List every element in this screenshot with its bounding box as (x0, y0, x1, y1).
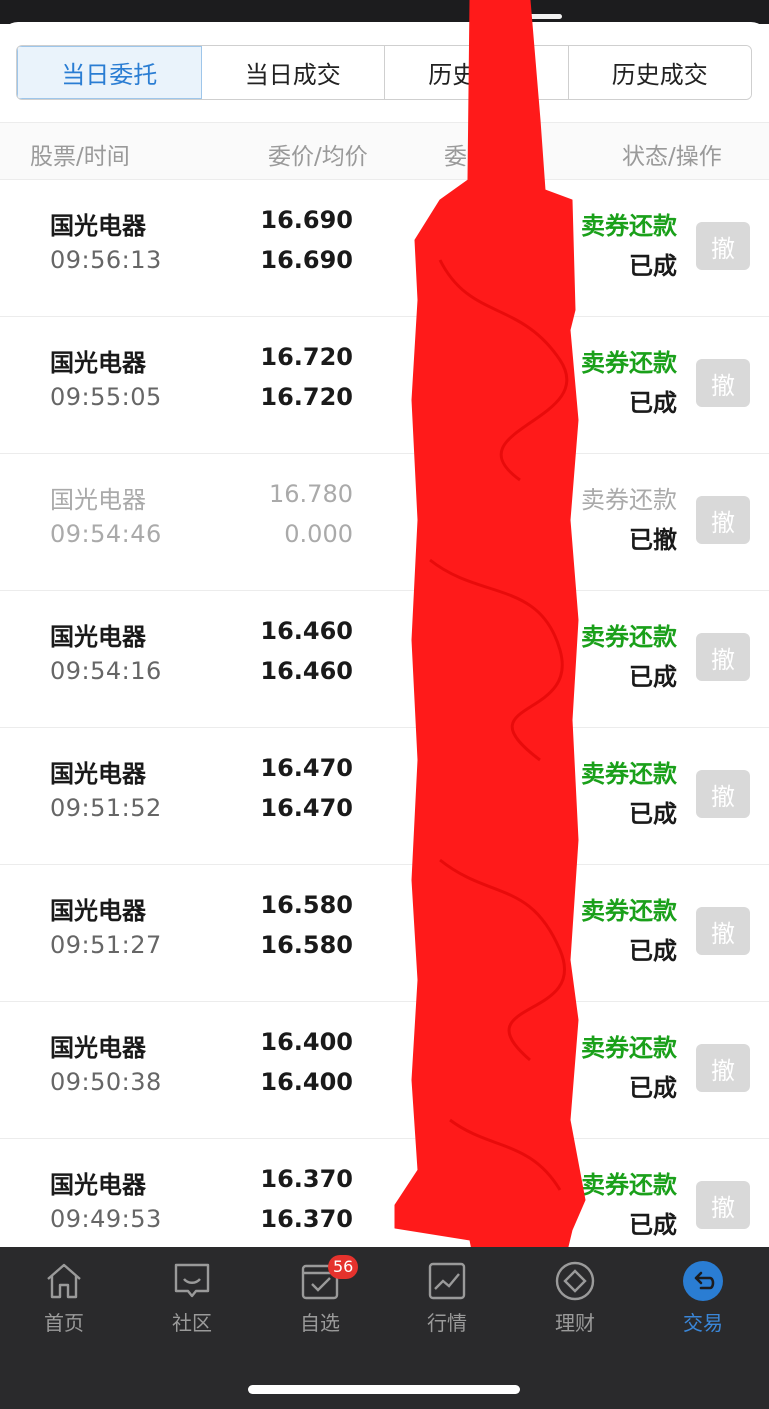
cancel-order-button[interactable]: 撤 (696, 496, 750, 544)
order-type: 卖券还款 (581, 486, 677, 514)
average-price: 0.000 (284, 520, 353, 548)
order-status: 已成 (629, 800, 677, 828)
nav-home[interactable]: 首页 (14, 1259, 114, 1336)
stock-name: 国光电器 (50, 486, 146, 514)
home-indicator (248, 1385, 520, 1394)
segment-tabs: 当日委托 当日成交 历史委托 历史成交 (16, 45, 752, 100)
nav-trade[interactable]: 交易 (653, 1259, 753, 1336)
cancel-order-button[interactable]: 撤 (696, 1044, 750, 1092)
order-price: 16.720 (260, 343, 353, 371)
header-price-avg: 委价/均价 (268, 144, 368, 170)
order-row[interactable]: 国光电器 09:51:52 16.470 16.470 卖券还款已成撤 (0, 728, 769, 865)
order-type: 卖券还款 (581, 760, 677, 788)
trade-icon (683, 1261, 723, 1301)
stock-name: 国光电器 (50, 897, 146, 925)
order-status: 已成 (629, 1074, 677, 1102)
order-status: 已成 (629, 937, 677, 965)
average-price: 16.400 (260, 1068, 353, 1096)
nav-label: 理财 (555, 1311, 595, 1335)
nav-label: 行情 (427, 1311, 467, 1335)
cancel-order-button[interactable]: 撤 (696, 1181, 750, 1229)
order-status: 已撤 (629, 526, 677, 554)
chart-icon (428, 1262, 466, 1300)
order-type: 卖券还款 (581, 1171, 677, 1199)
order-time: 09:54:46 (50, 520, 162, 548)
order-status: 已成 (629, 663, 677, 691)
order-row[interactable]: 国光电器 09:55:05 16.720 16.720 卖券还款已成撤 (0, 317, 769, 454)
order-price: 16.460 (260, 617, 353, 645)
average-price: 16.580 (260, 931, 353, 959)
average-price: 16.690 (260, 246, 353, 274)
nav-market[interactable]: 行情 (397, 1259, 497, 1336)
order-type: 卖券还款 (581, 623, 677, 651)
order-price: 16.470 (260, 754, 353, 782)
order-type: 卖券还款 (581, 212, 677, 240)
header-qty-filled: 委量/成交 (444, 144, 544, 170)
order-row[interactable]: 国光电器 09:54:16 16.460 16.460 卖券还款已成撤 (0, 591, 769, 728)
order-time: 09:55:05 (50, 383, 162, 411)
diamond-icon (555, 1261, 595, 1301)
column-header: 股票/时间 委价/均价 委量/成交 状态/操作 (0, 122, 769, 180)
nav-watchlist[interactable]: 56 自选 (270, 1255, 370, 1336)
stock-name: 国光电器 (50, 1171, 146, 1199)
header-stock-time: 股票/时间 (30, 144, 130, 170)
stock-name: 国光电器 (50, 760, 146, 788)
stock-name: 国光电器 (50, 349, 146, 377)
tab-history-trades[interactable]: 历史成交 (568, 46, 751, 99)
average-price: 16.370 (260, 1205, 353, 1233)
nav-community[interactable]: 社区 (142, 1259, 242, 1336)
order-status: 已成 (629, 389, 677, 417)
orders-list: 国光电器 09:56:13 16.690 16.690 卖券还款 已成撤国光电器 09:55… (0, 180, 769, 1276)
nav-wealth[interactable]: 理财 (525, 1259, 625, 1336)
order-row[interactable]: 国光电器 09:54:46 16.780 0.000 卖券还款已撤撤 (0, 454, 769, 591)
order-type: 卖券还款 (581, 349, 677, 377)
order-status: 已成 (629, 252, 677, 280)
order-time: 09:54:16 (50, 657, 162, 685)
cancel-order-button[interactable]: 撤 (696, 907, 750, 955)
order-price: 16.400 (260, 1028, 353, 1056)
order-price: 16.780 (269, 480, 353, 508)
order-type: 卖券还款 (581, 1034, 677, 1062)
cancel-order-button[interactable]: 撤 (696, 222, 750, 270)
order-status: 已成 (629, 1211, 677, 1239)
app-root: 当日委托 当日成交 历史委托 历史成交 股票/时间 委价/均价 委量/成交 状态… (0, 0, 769, 1409)
order-time: 09:51:27 (50, 931, 162, 959)
order-time: 09:49:53 (50, 1205, 162, 1233)
nav-label: 自选 (300, 1311, 340, 1335)
watchlist-badge: 56 (328, 1255, 359, 1279)
status-bar (0, 0, 769, 24)
cancel-order-button[interactable]: 撤 (696, 770, 750, 818)
nav-label: 首页 (44, 1311, 84, 1335)
home-icon (47, 1263, 81, 1299)
chat-bubble-icon (174, 1263, 210, 1298)
header-status-action: 状态/操作 (622, 144, 722, 170)
nav-label: 社区 (172, 1311, 212, 1335)
stock-name: 国光电器 (50, 212, 146, 240)
cancel-order-button[interactable]: 撤 (696, 359, 750, 407)
order-time: 09:51:52 (50, 794, 162, 822)
order-price: 16.690 (260, 206, 353, 234)
tab-today-orders[interactable]: 当日委托 (17, 46, 202, 99)
nav-label: 交易 (683, 1311, 723, 1335)
order-row[interactable]: 国光电器 09:56:13 16.690 16.690 卖券还款已成撤 (0, 180, 769, 317)
order-time: 09:56:13 (50, 246, 162, 274)
order-type: 卖券还款 (581, 897, 677, 925)
average-price: 16.470 (260, 794, 353, 822)
average-price: 16.460 (260, 657, 353, 685)
order-time: 09:50:38 (50, 1068, 162, 1096)
tab-history-orders[interactable]: 历史委托 (385, 46, 569, 99)
tab-today-trades[interactable]: 当日成交 (201, 46, 385, 99)
cancel-order-button[interactable]: 撤 (696, 633, 750, 681)
order-price: 16.370 (260, 1165, 353, 1193)
order-price: 16.580 (260, 891, 353, 919)
sheet-grabber[interactable] (522, 14, 562, 19)
order-row[interactable]: 国光电器 09:50:38 16.400 16.400 卖券还款已成撤 (0, 1002, 769, 1139)
stock-name: 国光电器 (50, 623, 146, 651)
stock-name: 国光电器 (50, 1034, 146, 1062)
average-price: 16.720 (260, 383, 353, 411)
order-row[interactable]: 国光电器 09:51:27 16.580 16.580 卖券还款已成撤 (0, 865, 769, 1002)
